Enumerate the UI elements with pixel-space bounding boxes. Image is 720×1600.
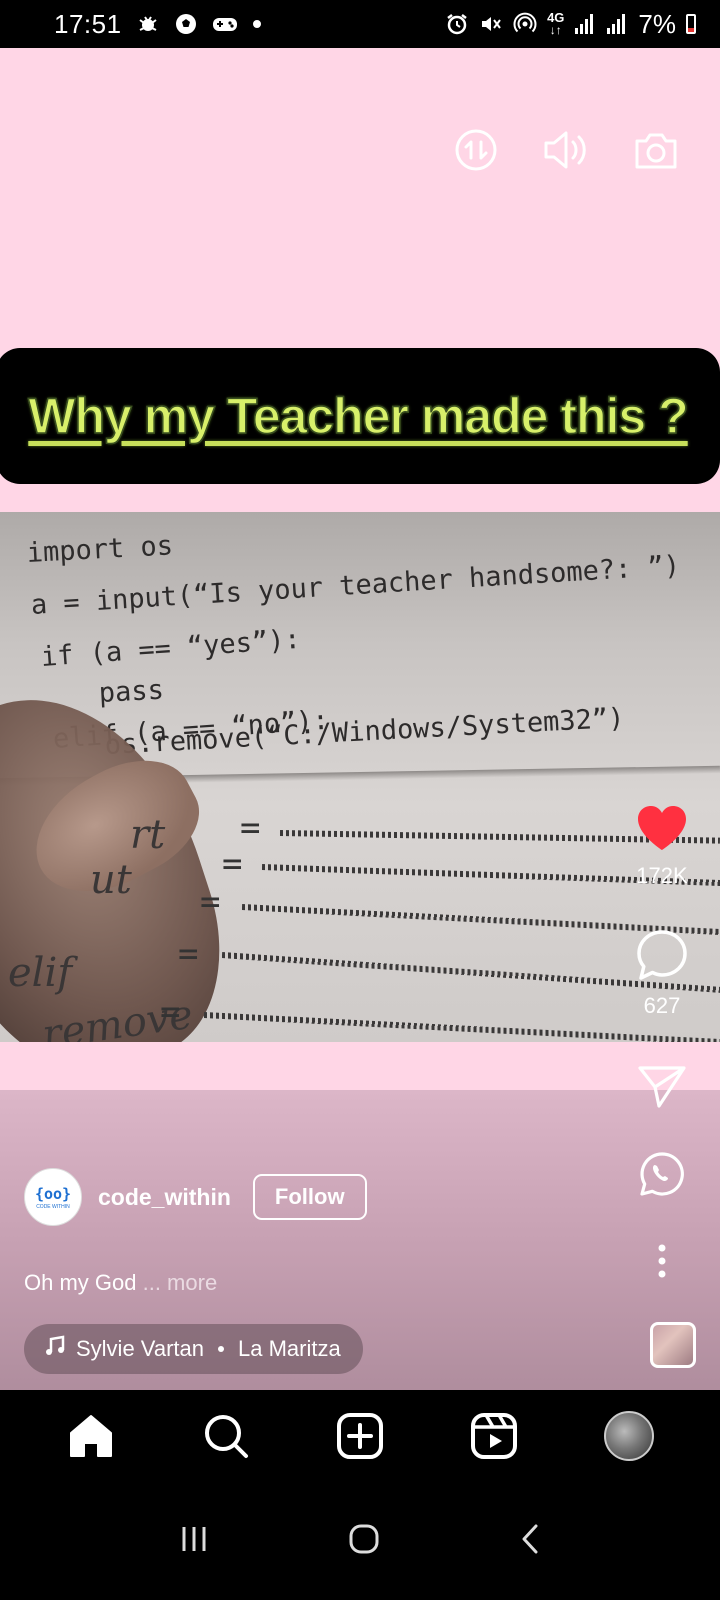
- music-title: La Maritza: [237, 1336, 341, 1361]
- status-right: 4G ↓↑ 7%: [445, 9, 696, 40]
- more-action: [626, 1244, 698, 1283]
- audio-thumbnail[interactable]: [650, 1322, 696, 1368]
- status-time: 17:51: [54, 8, 122, 39]
- code-line-4: pass: [98, 674, 165, 709]
- notification-bug-icon: [136, 12, 160, 36]
- 4g-icon: 4G ↓↑: [547, 10, 565, 37]
- mute-icon: [479, 12, 503, 36]
- avatar-logo: {oo}: [34, 1184, 72, 1203]
- code-line-6: os.remove(“C:/Windows/System32”): [104, 702, 626, 761]
- signal-icon: [574, 13, 596, 35]
- alarm-icon: [445, 12, 469, 36]
- profile-tab[interactable]: [601, 1408, 657, 1464]
- caption-more[interactable]: ... more: [143, 1270, 218, 1295]
- like-count: 172K: [636, 863, 688, 888]
- author-avatar[interactable]: {oo} CODE WITHIN: [24, 1168, 82, 1226]
- share-action: [626, 1064, 698, 1115]
- code-photo: import os a = input(“Is your teacher han…: [0, 512, 720, 1042]
- camera-icon[interactable]: [632, 126, 680, 174]
- whatsapp-action: [626, 1150, 698, 1203]
- equals-sign-2: =: [222, 844, 243, 884]
- equals-sign-4: =: [178, 934, 199, 974]
- battery-icon: [686, 14, 696, 34]
- equals-sign-5: =: [160, 992, 181, 1032]
- equals-sign-1: =: [240, 808, 261, 848]
- like-action: 172K: [626, 804, 698, 889]
- top-actions: [452, 126, 680, 174]
- back-icon[interactable]: [519, 1523, 541, 1560]
- caption-text: Oh my God: [24, 1270, 137, 1295]
- equals-sign-3: =: [200, 882, 221, 922]
- whatsapp-icon[interactable]: [638, 1150, 686, 1203]
- comment-count: 627: [643, 993, 681, 1018]
- signal-icon-2: [606, 13, 628, 35]
- code-line-1: import os: [26, 530, 174, 569]
- reel-title-banner: Why my Teacher made this ?: [0, 348, 720, 484]
- heart-icon[interactable]: [636, 804, 688, 857]
- create-icon[interactable]: [332, 1408, 388, 1464]
- recents-icon[interactable]: [179, 1525, 209, 1558]
- soccer-ball-icon: [174, 12, 198, 36]
- home-icon[interactable]: [63, 1408, 119, 1464]
- handwritten-label-3: elif: [8, 950, 73, 996]
- author-row: {oo} CODE WITHIN code_within Follow: [24, 1168, 367, 1226]
- hotspot-icon: [513, 12, 537, 36]
- profile-avatar: [603, 1411, 654, 1461]
- system-nav: [0, 1482, 720, 1600]
- code-line-3: if (a == “yes”):: [40, 623, 302, 673]
- music-note-icon: [44, 1335, 66, 1363]
- reels-icon[interactable]: [466, 1408, 522, 1464]
- send-icon[interactable]: [637, 1064, 687, 1115]
- music-separator: [217, 1346, 224, 1352]
- avatar-sub: CODE WITHIN: [36, 1203, 70, 1210]
- author-username[interactable]: code_within: [98, 1184, 231, 1211]
- caption[interactable]: Oh my God ... more: [24, 1270, 217, 1296]
- more-options-icon[interactable]: [657, 1244, 667, 1283]
- handwritten-label-2: ut: [90, 857, 132, 903]
- music-artist: Sylvie Vartan: [76, 1336, 204, 1361]
- follow-button[interactable]: Follow: [252, 1174, 367, 1220]
- switch-icon[interactable]: [452, 126, 500, 174]
- status-left: 17:51: [54, 9, 262, 40]
- status-bar: 17:51 4G ↓↑ 7%: [0, 0, 720, 48]
- music-pill[interactable]: Sylvie Vartan La Maritza: [24, 1324, 363, 1374]
- search-icon[interactable]: [198, 1408, 254, 1464]
- reel-title-text: Why my Teacher made this ?: [28, 387, 690, 445]
- gamepad-icon: [212, 13, 238, 35]
- battery-percent: 7%: [638, 8, 676, 39]
- volume-icon[interactable]: [542, 126, 590, 174]
- dot-icon: [252, 19, 262, 29]
- bottom-nav: [0, 1390, 720, 1482]
- home-circle-icon[interactable]: [348, 1523, 380, 1560]
- comment-action: 627: [626, 928, 698, 1019]
- handwritten-label-1: rt: [130, 812, 166, 858]
- comment-icon[interactable]: [635, 928, 689, 987]
